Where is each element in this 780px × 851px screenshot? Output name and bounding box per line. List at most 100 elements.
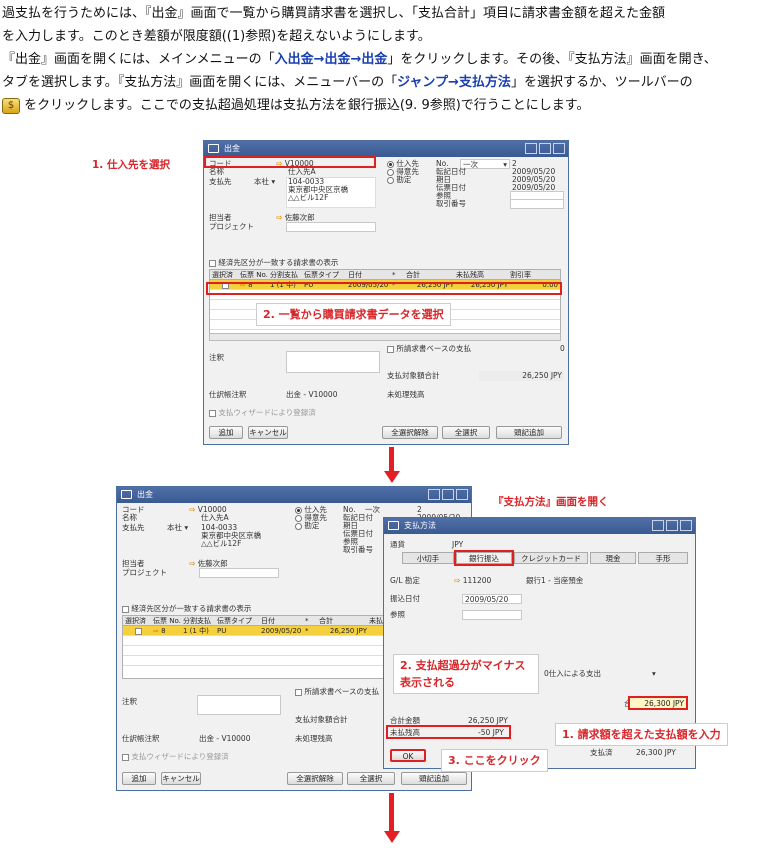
chevron-down-icon[interactable]: ▾ (652, 669, 656, 679)
deselect-all-button[interactable]: 全選択解除 (287, 772, 343, 785)
transaction-field[interactable] (510, 199, 564, 209)
link-arrow-icon[interactable]: ⇨ (189, 505, 195, 514)
cancel-button[interactable]: キャンセル (161, 772, 201, 785)
minimize-icon[interactable] (652, 520, 664, 531)
deselect-all-button[interactable]: 全選択解除 (382, 426, 438, 439)
tab-cash[interactable]: 現金 (590, 552, 636, 564)
link-arrow-icon[interactable]: ⇨ (276, 213, 282, 222)
maximize-icon[interactable] (539, 143, 551, 154)
remarks-field[interactable] (197, 695, 281, 715)
vendor-name-field[interactable]: 仕入先A (288, 167, 316, 177)
close-icon[interactable] (553, 143, 565, 154)
reference-field[interactable] (462, 610, 522, 620)
callout-select-invoice: 2. 一覧から購買請求書データを選択 (256, 303, 451, 326)
intro-line-4: タブを選択します。『支払方法』画面を開くには、メニューバーの「ジャンプ→支払方法… (2, 71, 778, 94)
flow-arrow-line (389, 447, 394, 473)
address-line: △△ビル12F (201, 539, 242, 548)
series-select[interactable]: 一次 ▾ (460, 159, 510, 169)
radio-label: 勘定 (304, 521, 320, 530)
project-field[interactable] (199, 568, 279, 578)
project-field[interactable] (286, 222, 376, 232)
flow-arrow-line (389, 793, 394, 833)
add-button[interactable]: 追加 (122, 772, 156, 785)
remarks-field[interactable] (286, 351, 380, 373)
maximize-icon[interactable] (442, 489, 454, 500)
radio-account[interactable] (387, 176, 394, 184)
payment-type-select[interactable]: 0仕入による支出 (544, 669, 601, 679)
window-titlebar: 支払方法 (384, 518, 695, 534)
window-icon (208, 144, 219, 153)
callout-open-payment: 『支払方法』画面を開く (493, 496, 609, 508)
close-icon[interactable] (680, 520, 692, 531)
checkbox-label: 支払ウィザードにより登録済 (131, 752, 229, 761)
intro-text: をクリックします。ここでの支払超過処理は支払方法を銀行振込(9. 9参照)で行う… (24, 98, 590, 113)
vendor-name-field[interactable]: 仕入先A (201, 513, 229, 523)
minimize-icon[interactable] (428, 489, 440, 500)
minimize-icon[interactable] (525, 143, 537, 154)
contact-field[interactable]: 佐藤次郎 (285, 213, 315, 222)
row-cell: 26,250 JPY (329, 627, 367, 635)
invoice-base-checkbox[interactable] (387, 345, 394, 353)
journal-remark-label: 仕訳帳注釈 (122, 734, 160, 743)
close-icon[interactable] (456, 489, 468, 500)
col-header: 合計 (319, 617, 333, 625)
total-amount-input[interactable]: 26,300 JPY (628, 696, 688, 710)
tab-bill[interactable]: 手形 (638, 552, 688, 564)
currency-value[interactable]: JPY (452, 540, 463, 550)
link-arrow-icon[interactable]: ⇨ (454, 576, 460, 585)
invoice-base-checkbox[interactable] (295, 688, 302, 696)
flow-arrow-head (384, 831, 400, 843)
window-titlebar: 出金 (117, 487, 471, 503)
payto-select[interactable]: 本社 (167, 523, 182, 532)
total-amount-value: 26,300 JPY (644, 699, 684, 708)
link-arrow-icon[interactable]: ⇨ (153, 627, 159, 635)
cancel-button[interactable]: キャンセル (248, 426, 288, 439)
col-header: 伝票タイプ (217, 617, 252, 625)
payto-select[interactable]: 本社 (254, 177, 269, 186)
callout-minus-shown: 2. 支払超過分がマイナス表示される (393, 654, 539, 694)
payment-means-icon: $ (2, 97, 20, 114)
intro-text: タブを選択します。『支払方法』画面を開くには、メニューバーの「 (2, 75, 398, 90)
horizontal-scrollbar[interactable] (209, 333, 561, 341)
name-label: 名称 (209, 167, 224, 176)
open-balance-label: 未処理残高 (387, 390, 425, 399)
col-header: 割引率 (510, 271, 531, 279)
select-all-button[interactable]: 全選択 (442, 426, 490, 439)
add-doc-button[interactable]: 頭記追加 (496, 426, 562, 439)
tab-check[interactable]: 小切手 (402, 552, 454, 564)
ok-button[interactable]: OK (390, 749, 426, 762)
gl-account-field[interactable]: 111200 (463, 576, 492, 585)
show-matching-checkbox[interactable] (122, 605, 129, 613)
payto-label: 支払先 (209, 177, 232, 186)
link-arrow-icon[interactable]: ⇨ (189, 559, 195, 568)
checkbox-label: 支払ウィザードにより登録済 (218, 408, 316, 417)
checkbox-label: 所請求書ベースの支払 (304, 687, 380, 696)
add-button[interactable]: 追加 (209, 426, 243, 439)
journal-remark-field[interactable]: 出金 - V10000 (199, 734, 250, 744)
col-header: 選択済 (125, 617, 146, 625)
radio-account[interactable] (295, 522, 302, 530)
row-cell: PU (217, 627, 227, 635)
col-header: 選択済 (212, 271, 233, 279)
show-matching-checkbox[interactable] (209, 259, 216, 267)
contact-field[interactable]: 佐藤次郎 (198, 559, 228, 568)
checkbox-label: 経済先区分が一致する請求書の表示 (131, 604, 252, 613)
callout-enter-amount: 1. 請求額を超えた支払額を入力 (555, 723, 728, 746)
project-label: プロジェクト (209, 222, 254, 231)
journal-remark-field[interactable]: 出金 - V10000 (286, 390, 337, 400)
paid-label: 支払済 (590, 748, 613, 757)
total-due-label: 支払対象額合計 (387, 371, 440, 380)
select-all-button[interactable]: 全選択 (347, 772, 395, 785)
transfer-date-box[interactable]: 2009/05/20 (462, 594, 522, 604)
row-checkbox[interactable] (134, 627, 142, 635)
transaction-label: 取引番号 (343, 545, 373, 554)
address-line: △△ビル12F (288, 193, 329, 202)
row-check-cell[interactable] (123, 626, 151, 635)
gl-account-name: 銀行1 - 当座預金 (526, 576, 584, 585)
total-due-value: 26,250 JPY (522, 371, 562, 380)
add-doc-button[interactable]: 頭記追加 (401, 772, 467, 785)
maximize-icon[interactable] (666, 520, 678, 531)
tab-credit-card[interactable]: クレジットカード (514, 552, 588, 564)
project-label: プロジェクト (122, 568, 167, 577)
col-header: * (392, 271, 396, 279)
